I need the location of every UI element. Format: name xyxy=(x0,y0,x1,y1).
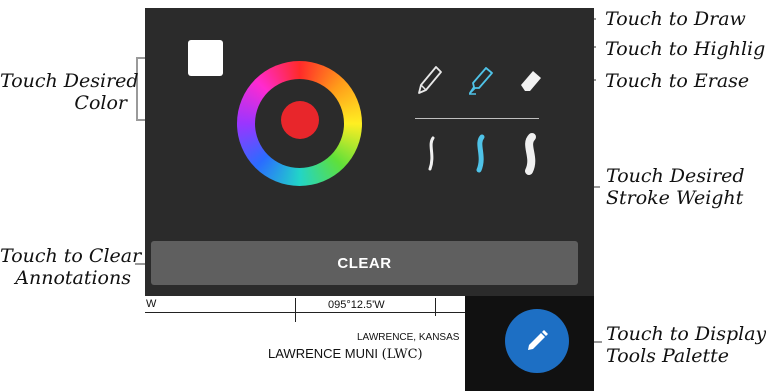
display-tools-button[interactable] xyxy=(505,309,569,373)
selected-color-swatch[interactable] xyxy=(188,40,223,76)
callout-display: Touch to Display Tools Palette xyxy=(606,323,766,367)
callout-erase: Touch to Erase xyxy=(605,70,750,92)
chart-rule xyxy=(145,312,465,313)
callout-highlight: Touch to Highlight xyxy=(605,38,766,60)
highlighter-icon[interactable] xyxy=(466,61,496,97)
callout-stroke: Touch Desired Stroke Weight xyxy=(606,165,745,209)
tools-divider xyxy=(415,118,539,119)
chart-strip xyxy=(145,296,465,391)
chart-tick xyxy=(295,312,296,322)
stroke-thin[interactable] xyxy=(424,135,440,173)
pencil-icon[interactable] xyxy=(415,61,445,97)
stroke-medium[interactable] xyxy=(472,134,490,174)
chart-city: LAWRENCE, KANSAS xyxy=(357,332,460,343)
chart-tick xyxy=(295,298,296,312)
chart-left-coordinate: W xyxy=(146,298,157,310)
callout-clear: Touch to Clear Annotations xyxy=(0,245,142,289)
clear-button[interactable]: CLEAR xyxy=(151,241,578,285)
eraser-icon[interactable] xyxy=(517,64,545,96)
chart-coordinate: 095°12.5'W xyxy=(328,299,385,311)
callout-draw: Touch to Draw xyxy=(605,8,746,30)
chart-airport: LAWRENCE MUNI (LWC) xyxy=(268,346,423,362)
pencil-icon xyxy=(528,330,548,350)
stroke-thick[interactable] xyxy=(520,133,542,175)
chart-tick xyxy=(435,298,436,316)
active-color-dot[interactable] xyxy=(281,101,319,139)
callout-color: Touch Desired Color xyxy=(0,70,139,114)
